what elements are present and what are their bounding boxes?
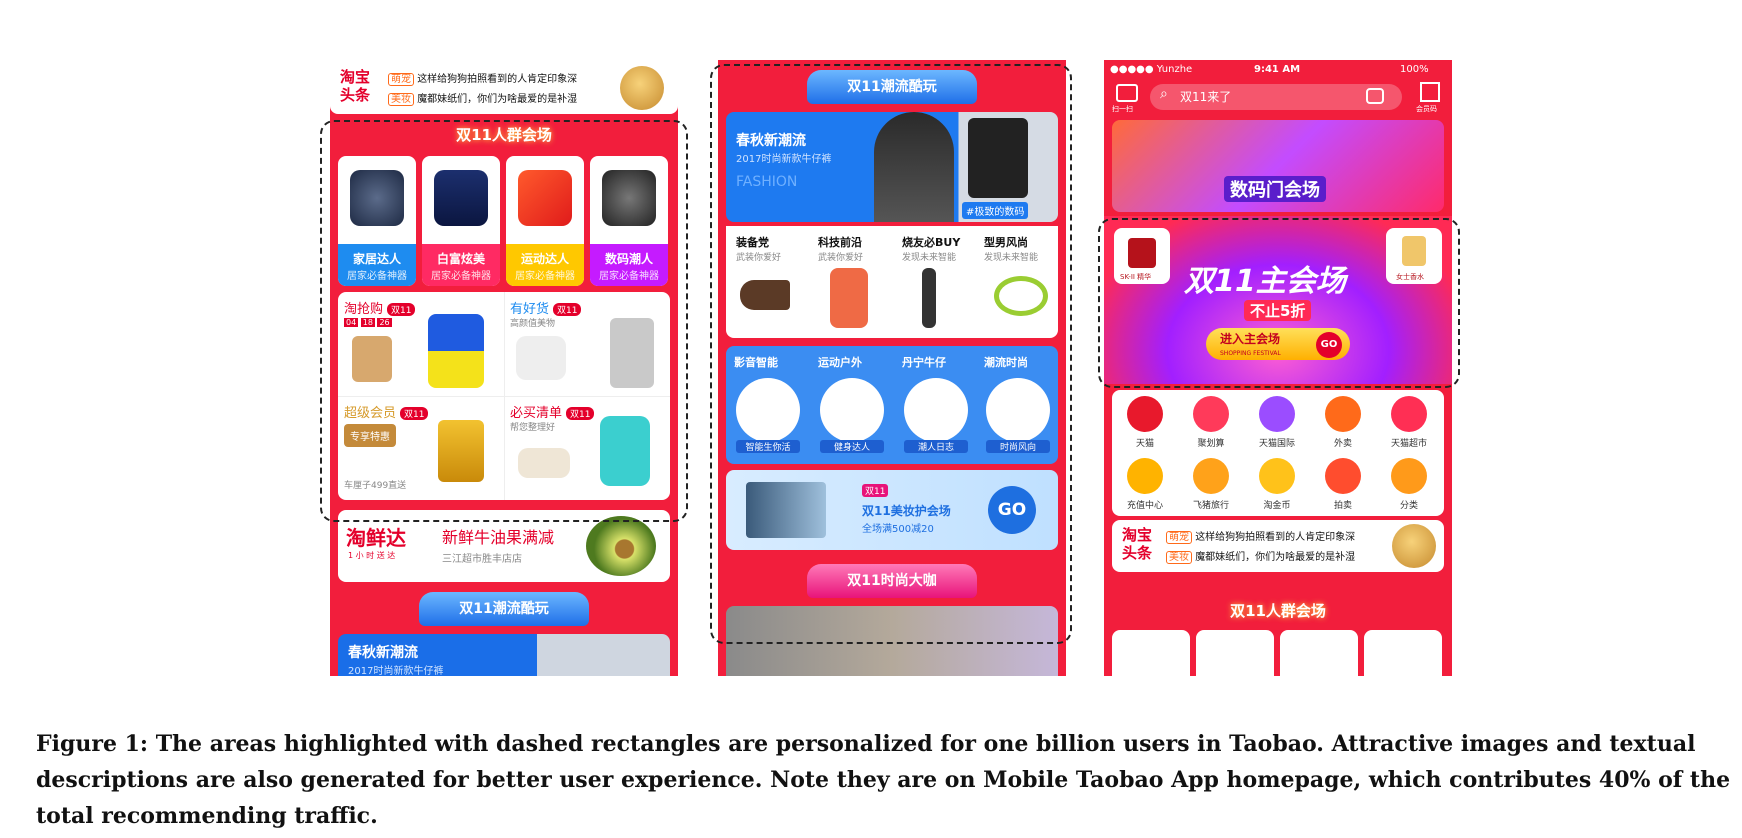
shortcut-icon-item[interactable]: 充值中心 — [1116, 458, 1174, 511]
dog-image — [620, 66, 664, 110]
category-card-peek[interactable] — [1280, 630, 1358, 676]
scan-icon[interactable] — [1116, 84, 1138, 102]
xianda-title: 新鲜牛油果满减 — [442, 528, 555, 547]
personalized-area-highlight — [320, 120, 688, 522]
shortcut-icon-item[interactable]: 拍卖 — [1314, 458, 1372, 511]
status-carrier: ●●●●● Yunzhe — [1110, 64, 1193, 75]
scan-label: 扫一扫 — [1112, 105, 1133, 113]
shortcut-icon-item[interactable]: 天猫超市 — [1380, 396, 1438, 449]
shortcut-icon — [1127, 396, 1163, 432]
toutiao-tag: 美妆 — [388, 93, 414, 106]
shortcut-label: 外卖 — [1333, 439, 1352, 449]
shortcut-icon-item[interactable]: 飞猪旅行 — [1182, 458, 1240, 511]
xianda-logo-sub: 1 小 时 送 达 — [348, 551, 396, 560]
category-card-peek[interactable] — [1112, 630, 1190, 676]
toutiao-card[interactable]: 淘宝头条 萌宠 这样给狗狗拍照看到的人肯定印象深 美妆 魔都妹纸们，你们为啥最爱… — [1112, 520, 1444, 572]
toutiao-line-1: 萌宠 这样给狗狗拍照看到的人肯定印象深 — [388, 70, 578, 86]
toutiao-logo: 淘宝头条 — [1122, 526, 1153, 562]
member-code-icon[interactable] — [1420, 82, 1440, 102]
shortcut-label: 拍卖 — [1333, 501, 1352, 511]
trend-title: 春秋新潮流 — [348, 645, 418, 661]
personalized-area-highlight — [710, 64, 1072, 644]
search-icon: ⌕ — [1160, 86, 1168, 102]
toutiao-line-2: 美妆 魔都妹纸们，你们为啥最爱的是补湿 — [1166, 548, 1356, 564]
shortcut-label: 聚划算 — [1197, 439, 1225, 449]
toutiao-text: 魔都妹纸们，你们为啥最爱的是补湿 — [1195, 552, 1356, 563]
shortcut-icon — [1193, 458, 1229, 494]
shortcut-icon — [1193, 396, 1229, 432]
toutiao-text: 这样给狗狗拍照看到的人肯定印象深 — [417, 74, 578, 85]
category-card-peek[interactable] — [1196, 630, 1274, 676]
toutiao-tag: 美妆 — [1166, 551, 1192, 564]
trend-subtitle: 2017时尚新款牛仔裤 — [348, 666, 444, 676]
toutiao-line-2: 美妆 魔都妹纸们，你们为啥最爱的是补湿 — [388, 90, 578, 106]
status-battery: 100% — [1400, 64, 1429, 75]
shortcut-icon-item[interactable]: 淘金币 — [1248, 458, 1306, 511]
toutiao-tag: 萌宠 — [388, 73, 414, 86]
category-card-peek[interactable] — [1364, 630, 1442, 676]
shortcut-icon-item[interactable]: 外卖 — [1314, 396, 1372, 449]
xianda-subtitle: 三江超市胜丰店店 — [442, 554, 522, 565]
trend-tab[interactable]: 双11潮流酷玩 — [419, 592, 589, 626]
shortcut-label: 天猫超市 — [1390, 439, 1427, 449]
shortcut-icon-item[interactable]: 分类 — [1380, 458, 1438, 511]
shortcut-label: 充值中心 — [1126, 501, 1163, 511]
shortcut-icon — [1259, 396, 1295, 432]
shortcut-icon — [1325, 458, 1361, 494]
section-title: 双11人群会场 — [1230, 602, 1326, 620]
member-label: 会员码 — [1416, 105, 1437, 113]
shortcut-icon-item[interactable]: 聚划算 — [1182, 396, 1240, 449]
toutiao-text: 这样给狗狗拍照看到的人肯定印象深 — [1195, 532, 1356, 543]
avocado-image — [586, 516, 656, 576]
figure-caption: Figure 1: The areas highlighted with das… — [36, 731, 1731, 829]
trend-card[interactable]: 春秋新潮流 2017时尚新款牛仔裤 — [338, 634, 670, 676]
icon-grid: 天猫 聚划算 天猫国际 外卖 天猫超市充值中心 飞猪旅行 淘金币 拍卖 分类 — [1112, 390, 1444, 516]
shortcut-label: 分类 — [1399, 501, 1418, 511]
toutiao-line-1: 萌宠 这样给狗狗拍照看到的人肯定印象深 — [1166, 528, 1356, 544]
shortcut-label: 天猫国际 — [1258, 439, 1295, 449]
status-time: 9:41 AM — [1254, 64, 1301, 75]
toutiao-tag: 萌宠 — [1166, 531, 1192, 544]
personalized-area-highlight — [1098, 218, 1460, 388]
xianda-logo: 淘鲜达 — [346, 526, 406, 550]
shortcut-icon-item[interactable]: 天猫 — [1116, 396, 1174, 449]
toutiao-card[interactable]: 淘宝头条 萌宠 这样给狗狗拍照看到的人肯定印象深 美妆 魔都妹纸们，你们为啥最爱… — [330, 60, 678, 114]
shortcut-label: 天猫 — [1135, 439, 1154, 449]
toutiao-logo: 淘宝头条 — [340, 68, 371, 104]
search-text: 双11来了 — [1180, 90, 1232, 104]
dog-image — [1392, 524, 1436, 568]
shortcut-icon — [1127, 458, 1163, 494]
shortcut-icon — [1391, 396, 1427, 432]
digital-banner[interactable]: 数码门会场 — [1112, 120, 1444, 212]
shortcut-label: 飞猪旅行 — [1192, 501, 1229, 511]
toutiao-text: 魔都妹纸们，你们为啥最爱的是补湿 — [417, 94, 578, 105]
shortcut-label: 淘金币 — [1263, 501, 1291, 511]
camera-icon[interactable] — [1366, 88, 1384, 104]
shortcut-icon — [1259, 458, 1295, 494]
shortcut-icon-item[interactable]: 天猫国际 — [1248, 396, 1306, 449]
shortcut-icon — [1325, 396, 1361, 432]
digital-banner-title: 数码门会场 — [1224, 176, 1326, 202]
shortcut-icon — [1391, 458, 1427, 494]
